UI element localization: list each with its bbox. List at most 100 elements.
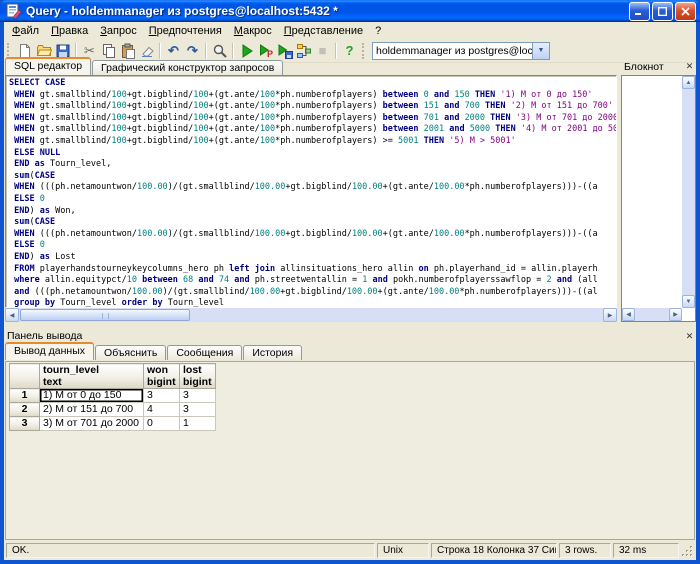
maximize-button[interactable] (652, 2, 673, 21)
code-line: WHEN gt.smallblind/100+gt.bigblind/100+(… (9, 90, 616, 102)
code-line: sum(CASE (9, 171, 616, 183)
row-number-2[interactable]: 2 (10, 403, 40, 417)
combo-gripper[interactable] (362, 43, 367, 59)
column-header-lost[interactable]: lostbigint (180, 364, 216, 389)
code-line: WHEN gt.smallblind/100+gt.bigblind/100+(… (9, 124, 616, 136)
toolbar-separator (335, 43, 337, 59)
scroll-left-button[interactable]: ◀ (5, 308, 19, 322)
titlebar[interactable]: Query - holdemmanager из postgres@localh… (0, 0, 700, 22)
undo-icon: ↶ (168, 44, 179, 57)
column-header-won[interactable]: wonbigint (144, 364, 180, 389)
code-line: sum(CASE (9, 217, 616, 229)
results-grid-body: tourn_leveltextwonbigintlostbigint11) M … (10, 364, 216, 431)
menu-item-6[interactable]: ? (369, 24, 387, 38)
tab-editor-1[interactable]: Графический конструктор запросов (92, 60, 283, 75)
scratchpad-vscrollbar[interactable]: ▲ ▼ (682, 76, 695, 308)
statusbar: OK. Unix Строка 18 Колонка 37 Симво 3 ro… (4, 541, 696, 560)
column-header-tourn_level[interactable]: tourn_leveltext (40, 364, 144, 389)
scratchpad-close-button[interactable]: ✕ (683, 60, 696, 73)
grid-corner-cell[interactable] (10, 364, 40, 389)
menu-item-2[interactable]: Запрос (94, 24, 142, 38)
grid-cell[interactable]: 4 (144, 403, 180, 417)
status-duration: 32 ms (613, 543, 679, 558)
tab-output-0[interactable]: Вывод данных (5, 342, 94, 360)
cut-icon: ✂ (84, 44, 95, 57)
status-message: OK. (6, 543, 375, 558)
connection-value: holdemmanager из postgres@localhost:5432 (373, 45, 532, 57)
tab-output-3[interactable]: История (243, 345, 302, 360)
menu-item-5[interactable]: Представление (278, 24, 369, 38)
find-button[interactable] (210, 41, 229, 60)
results-grid: tourn_leveltextwonbigintlostbigint11) M … (9, 363, 216, 431)
editor-hscrollbar[interactable]: ◀ ▶ (5, 308, 617, 322)
redo-icon: ↷ (187, 44, 198, 57)
scroll-down-button[interactable]: ▼ (682, 295, 695, 308)
scroll-up-button[interactable]: ▲ (682, 76, 695, 89)
grid-cell[interactable]: 3 (180, 403, 216, 417)
close-icon (681, 7, 690, 16)
menu-item-3[interactable]: Предпочтения (143, 24, 228, 38)
cancel-query-button[interactable]: ■ (313, 41, 332, 60)
grid-cell[interactable]: 1) M от 0 до 150 (40, 389, 144, 403)
code-line: FROM playerhandstourneykeycolumns_hero p… (9, 264, 616, 276)
help-button[interactable]: ? (340, 41, 359, 60)
connection-combo[interactable]: holdemmanager из postgres@localhost:5432… (372, 42, 550, 60)
window-body: ФайлПравкаЗапросПредпочтенияМакросПредст… (4, 22, 696, 560)
scroll-up-icon: ▲ (686, 80, 692, 86)
code-line: WHEN (((ph.netamountwon/100.00)/(gt.smal… (9, 229, 616, 241)
scroll-right-button[interactable]: ▶ (603, 308, 617, 322)
editor-hscroll-thumb[interactable] (20, 309, 190, 321)
scroll-left-button[interactable]: ◀ (622, 308, 635, 321)
output-close-icon: ✕ (686, 331, 694, 341)
grid-cell[interactable]: 3 (144, 389, 180, 403)
minimize-button[interactable] (629, 2, 650, 21)
combo-dropdown-button[interactable]: ▼ (532, 43, 549, 59)
execute-pgscript-icon: P (258, 43, 274, 59)
code-line: WHEN gt.smallblind/100+gt.bigblind/100+(… (9, 136, 616, 148)
menu-item-1[interactable]: Правка (45, 24, 94, 38)
close-button[interactable] (675, 2, 696, 21)
undo-button[interactable]: ↶ (164, 41, 183, 60)
maximize-icon (658, 7, 667, 16)
code-line: WHEN gt.smallblind/100+gt.bigblind/100+(… (9, 113, 616, 125)
row-number-1[interactable]: 1 (10, 389, 40, 403)
scratchpad-hscrollbar[interactable]: ◀ ▶ (622, 308, 682, 321)
explain-query-icon (296, 43, 312, 59)
tab-editor-0[interactable]: SQL редактор (5, 57, 91, 75)
table-row: 33) M от 701 до 200001 (10, 417, 216, 431)
redo-button[interactable]: ↷ (183, 41, 202, 60)
grid-cell[interactable]: 3) M от 701 до 2000 (40, 417, 144, 431)
execute-pgscript-button[interactable]: P (256, 41, 275, 60)
grid-cell[interactable]: 2) M от 151 до 700 (40, 403, 144, 417)
clear-window-icon (139, 43, 155, 59)
execute-to-file-icon (277, 43, 293, 59)
tab-output-1[interactable]: Объяснить (95, 345, 166, 360)
find-icon (212, 43, 228, 59)
code-line: ELSE 0 (9, 194, 616, 206)
output-close-button[interactable]: ✕ (683, 330, 696, 343)
menu-item-0[interactable]: Файл (6, 24, 45, 38)
tab-output-2[interactable]: Сообщения (167, 345, 242, 360)
minimize-icon (635, 7, 644, 16)
output-panel: tourn_leveltextwonbigintlostbigint11) M … (5, 361, 695, 540)
resize-grip[interactable] (681, 543, 694, 558)
sql-editor[interactable]: SELECT CASE WHEN gt.smallblind/100+gt.bi… (5, 75, 617, 308)
paste-button[interactable] (118, 41, 137, 60)
explain-query-button[interactable] (294, 41, 313, 60)
clear-window-button[interactable] (137, 41, 156, 60)
grid-cell[interactable]: 1 (180, 417, 216, 431)
execute-to-file-button[interactable] (275, 41, 294, 60)
copy-button[interactable] (99, 41, 118, 60)
scroll-right-button[interactable]: ▶ (669, 308, 682, 321)
scratchpad-textarea[interactable]: ▲ ▼ ◀ ▶ (621, 75, 696, 322)
chevron-down-icon: ▼ (538, 47, 545, 54)
scroll-right-icon: ▶ (673, 311, 678, 318)
row-number-3[interactable]: 3 (10, 417, 40, 431)
execute-query-button[interactable] (237, 41, 256, 60)
grid-cell[interactable]: 0 (144, 417, 180, 431)
paste-icon (120, 43, 136, 59)
menu-item-4[interactable]: Макрос (228, 24, 278, 38)
editor-tabstrip: SQL редакторГрафический конструктор запр… (5, 59, 284, 75)
output-panel-title: Панель вывода (7, 330, 82, 342)
grid-cell[interactable]: 3 (180, 389, 216, 403)
